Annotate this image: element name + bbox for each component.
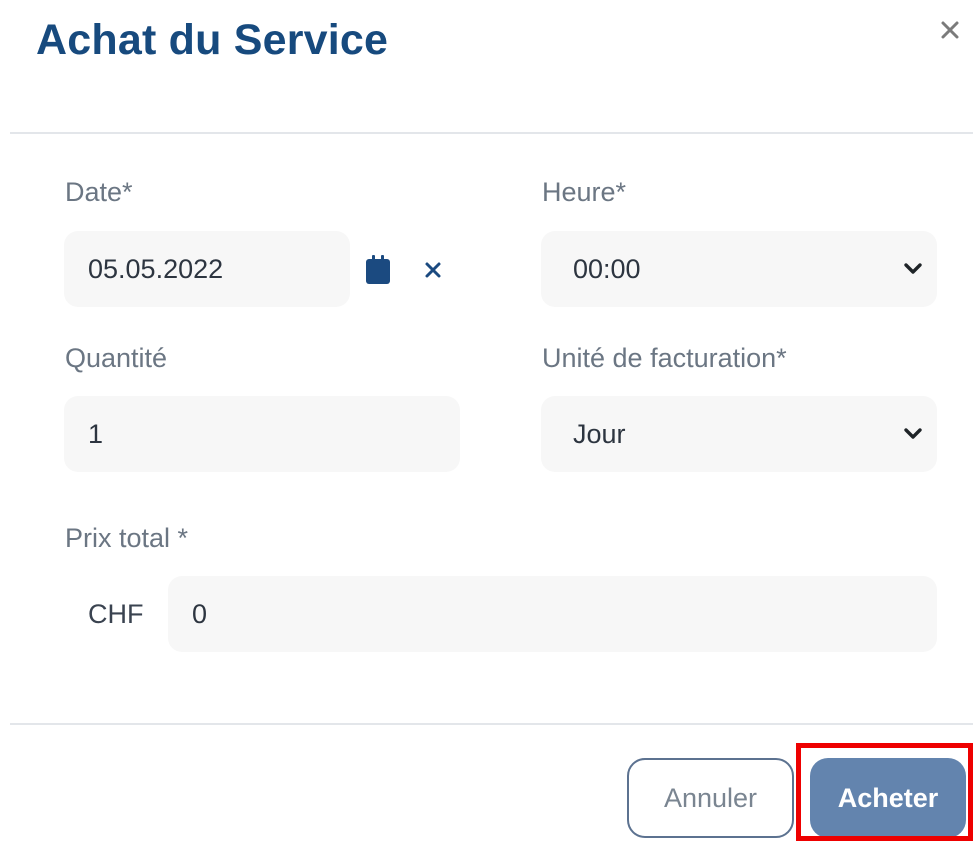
clear-x-icon xyxy=(425,262,441,278)
date-input[interactable]: 05.05.2022 xyxy=(64,231,350,307)
clear-date-button[interactable] xyxy=(418,254,448,286)
quantity-value: 1 xyxy=(88,418,104,449)
close-icon xyxy=(941,21,959,39)
time-value: 00:00 xyxy=(573,253,641,284)
close-button[interactable] xyxy=(930,10,970,50)
date-label: Date* xyxy=(65,177,133,207)
total-price-input[interactable]: 0 xyxy=(168,576,937,652)
quantity-label: Quantité xyxy=(65,343,168,373)
time-label: Heure* xyxy=(542,177,627,207)
calendar-icon xyxy=(366,255,390,284)
billing-unit-value: Jour xyxy=(573,418,626,449)
time-select[interactable]: 00:00 xyxy=(541,231,937,307)
footer-divider xyxy=(10,723,973,725)
quantity-input[interactable]: 1 xyxy=(64,396,460,472)
purchase-service-dialog: Achat du Service Date* 05.05.2022 Heure*… xyxy=(0,0,973,841)
chevron-down-icon xyxy=(903,427,923,441)
total-price-value: 0 xyxy=(192,598,208,629)
cancel-button[interactable]: Annuler xyxy=(627,758,794,838)
calendar-button[interactable] xyxy=(362,252,394,288)
date-value: 05.05.2022 xyxy=(88,253,224,284)
billing-unit-label: Unité de facturation* xyxy=(542,343,787,373)
chevron-down-icon xyxy=(903,262,923,276)
currency-label: CHF xyxy=(88,599,144,629)
buy-button[interactable]: Acheter xyxy=(810,758,966,838)
dialog-title: Achat du Service xyxy=(36,16,389,64)
billing-unit-select[interactable]: Jour xyxy=(541,396,937,472)
total-price-label: Prix total * xyxy=(65,523,189,553)
header-divider xyxy=(10,132,973,134)
